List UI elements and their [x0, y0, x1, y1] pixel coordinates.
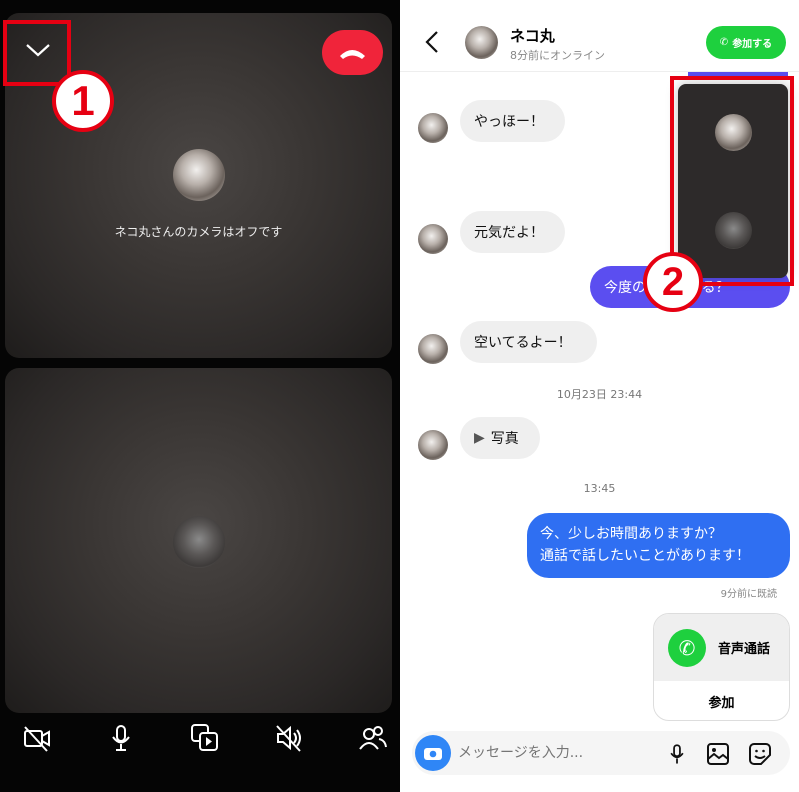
- back-icon[interactable]: [424, 30, 440, 54]
- remote-avatar: [173, 149, 225, 201]
- people-icon[interactable]: [358, 723, 388, 753]
- message-composer: [412, 731, 790, 775]
- camera-icon: [424, 748, 442, 760]
- join-button[interactable]: 参加: [654, 681, 789, 720]
- contact-name: ネコ丸: [510, 27, 555, 45]
- photo-message[interactable]: ▶ 写真: [460, 417, 540, 459]
- video-off-icon[interactable]: [22, 723, 52, 753]
- media-share-icon[interactable]: [190, 723, 220, 753]
- image-icon[interactable]: [706, 742, 730, 766]
- voice-call-card: ✆ 音声通話 参加: [653, 613, 790, 721]
- message-bubble: やっほー！: [460, 100, 565, 142]
- phone-icon: ✆: [719, 37, 729, 48]
- annotation-box-1: [3, 20, 71, 86]
- annotation-number-2: 2: [643, 252, 703, 312]
- message-avatar: [418, 224, 448, 254]
- camera-button[interactable]: [415, 735, 451, 771]
- phone-icon: ✆: [668, 628, 706, 667]
- chat-header: ネコ丸 8分前にオンライン ✆ 参加する: [400, 0, 799, 72]
- timestamp: 13:45: [583, 482, 616, 495]
- message-avatar: [418, 334, 448, 364]
- join-call-button[interactable]: ✆ 参加する: [706, 26, 786, 59]
- microphone-icon[interactable]: [106, 723, 136, 753]
- video-call-panel: ネコ丸さんのカメラはオフです 1: [0, 0, 400, 792]
- message-bubble: 今、少しお時間ありますか？ 通話で話したいことがあります！: [527, 513, 790, 578]
- hang-up-icon: [340, 50, 365, 59]
- camera-off-text: ネコ丸さんのカメラはオフです: [114, 225, 283, 239]
- chat-panel: ネコ丸 8分前にオンライン ✆参加する やっほー！ 元気だよ！ 今度の日空いてる…: [400, 0, 799, 792]
- message-avatar: [418, 113, 448, 143]
- local-video-tile: [5, 368, 392, 713]
- message-bubble: 元気だよ！: [460, 211, 565, 253]
- microphone-icon[interactable]: [666, 742, 688, 766]
- read-receipt: 9分前に既読: [720, 589, 777, 600]
- play-icon: ▶: [474, 430, 485, 446]
- speaker-mute-icon[interactable]: [274, 723, 304, 753]
- local-avatar: [173, 516, 225, 568]
- contact-status: 8分前にオンライン: [510, 49, 605, 62]
- sticker-icon[interactable]: [748, 742, 772, 766]
- annotation-number-1: 1: [52, 70, 114, 132]
- message-avatar: [418, 430, 448, 460]
- timestamp: 10月23日 23:44: [556, 388, 643, 401]
- message-bubble: 空いてるよー！: [460, 321, 597, 363]
- end-call-button[interactable]: [322, 30, 383, 75]
- annotation-box-2: [670, 76, 794, 286]
- contact-avatar: [465, 26, 498, 59]
- message-input[interactable]: [458, 741, 658, 765]
